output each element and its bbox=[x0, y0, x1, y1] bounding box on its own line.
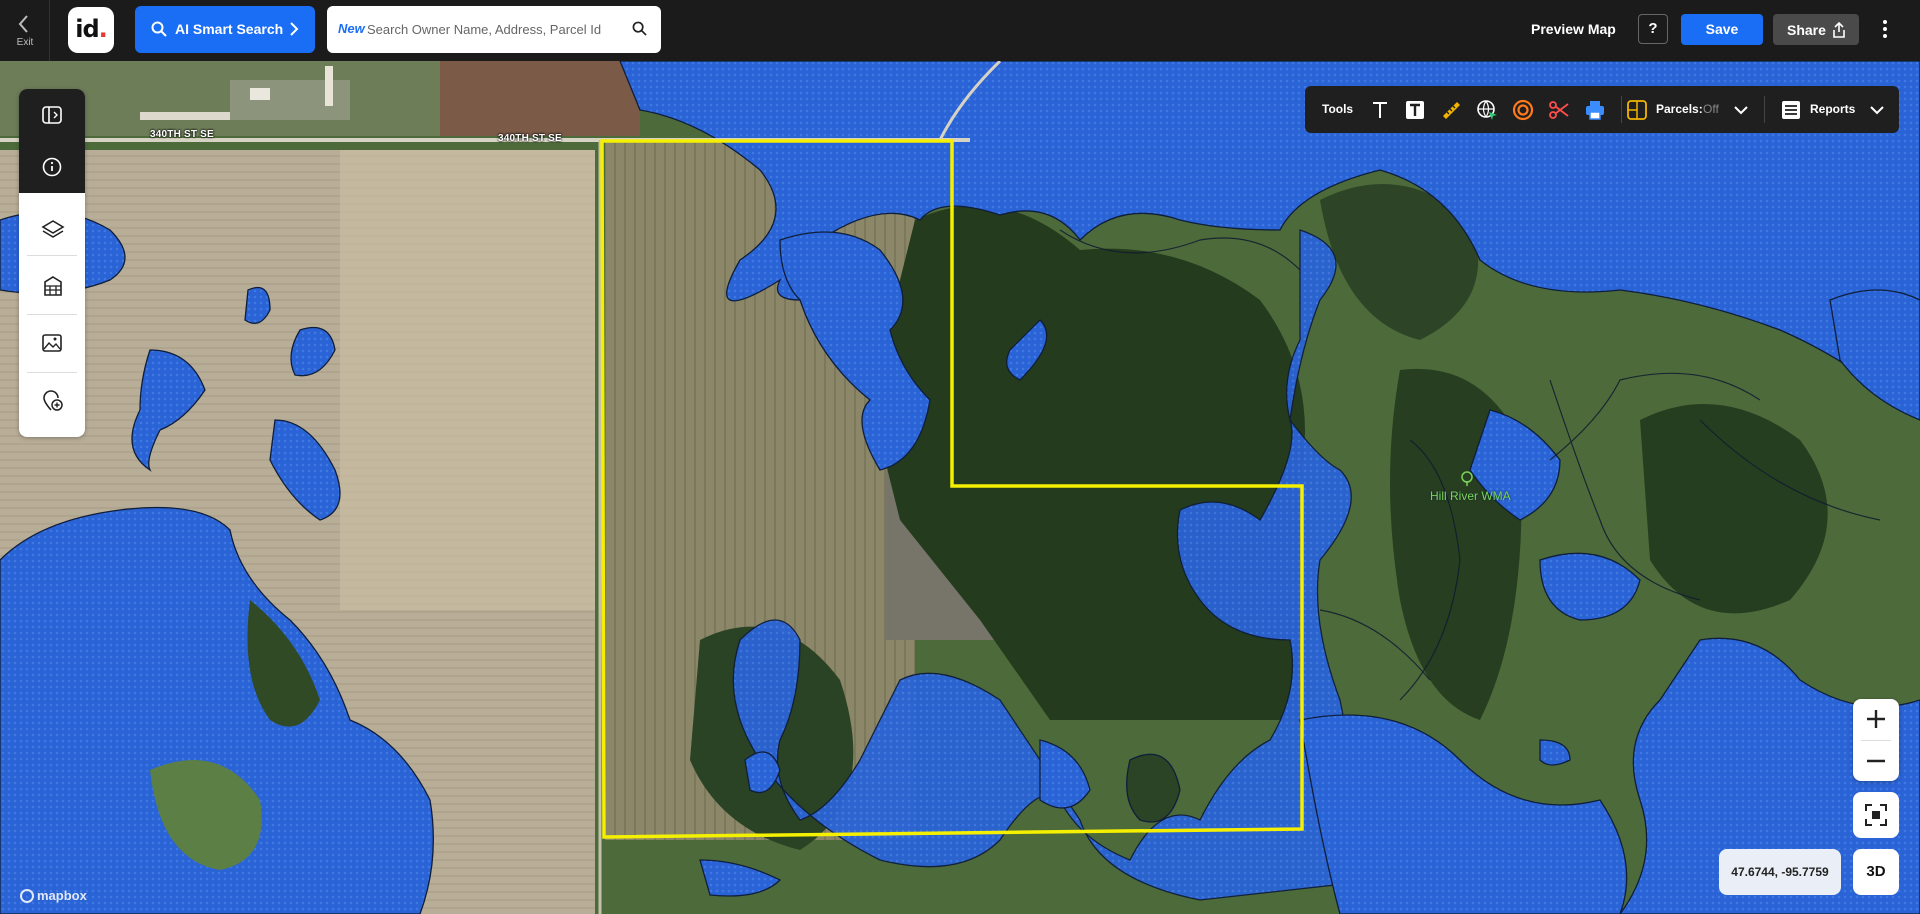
3d-toggle-button[interactable]: 3D bbox=[1853, 849, 1899, 895]
chevron-down-icon[interactable] bbox=[1729, 98, 1753, 122]
share-button[interactable]: Share bbox=[1773, 14, 1859, 45]
add-location-icon bbox=[43, 390, 63, 411]
poi-hill-river-wma[interactable]: Hill River WMA bbox=[1430, 471, 1511, 503]
layers-button[interactable] bbox=[19, 203, 85, 255]
ruler-icon[interactable] bbox=[1439, 98, 1463, 122]
image-icon bbox=[42, 334, 62, 352]
exit-button[interactable]: Exit bbox=[0, 0, 50, 61]
help-button[interactable]: ? bbox=[1638, 14, 1668, 44]
search-icon[interactable] bbox=[632, 21, 647, 36]
reports-icon[interactable] bbox=[1779, 98, 1803, 122]
chevron-down-icon[interactable] bbox=[1865, 98, 1889, 122]
road-label: 340TH ST SE bbox=[150, 129, 214, 140]
layers-icon bbox=[41, 220, 65, 238]
collapse-panel-button[interactable] bbox=[19, 89, 85, 141]
plus-icon bbox=[1867, 710, 1885, 728]
preview-map-button[interactable]: Preview Map bbox=[1531, 21, 1616, 37]
mapbox-attribution[interactable]: mapbox bbox=[20, 888, 87, 903]
text-icon[interactable] bbox=[1368, 98, 1392, 122]
save-button[interactable]: Save bbox=[1681, 14, 1763, 45]
focus-icon bbox=[1865, 804, 1887, 826]
add-location-button[interactable] bbox=[19, 375, 85, 427]
chevron-right-icon bbox=[290, 22, 299, 36]
info-button[interactable] bbox=[19, 141, 85, 193]
parcels-label: Parcels: bbox=[1656, 102, 1703, 116]
buffer-ring-icon[interactable] bbox=[1511, 98, 1535, 122]
poi-label: Hill River WMA bbox=[1430, 489, 1511, 503]
scissors-icon[interactable] bbox=[1547, 98, 1571, 122]
mapbox-logo-icon bbox=[20, 889, 34, 903]
ai-smart-search-label: AI Smart Search bbox=[175, 21, 284, 37]
left-panel bbox=[19, 89, 85, 437]
tools-label: Tools bbox=[1322, 102, 1354, 116]
chevron-left-icon bbox=[18, 15, 28, 33]
logo[interactable]: id. bbox=[68, 7, 114, 53]
zoom-out-button[interactable] bbox=[1853, 741, 1899, 781]
collapse-panel-icon bbox=[42, 106, 62, 124]
info-icon bbox=[42, 157, 62, 177]
coordinates-readout[interactable]: 47.6744, -95.7759 bbox=[1719, 849, 1841, 895]
new-badge: New bbox=[338, 21, 365, 36]
map-toolbar: Tools Parcels: Off Reports bbox=[1305, 86, 1899, 133]
search-icon bbox=[151, 21, 167, 37]
share-icon bbox=[1833, 22, 1845, 38]
reports-label[interactable]: Reports bbox=[1810, 102, 1855, 116]
share-label: Share bbox=[1787, 22, 1826, 38]
buildings-icon bbox=[44, 276, 62, 296]
top-bar: Exit id. AI Smart Search New Preview Map… bbox=[0, 0, 1920, 61]
text-box-icon[interactable] bbox=[1403, 98, 1427, 122]
zoom-controls bbox=[1853, 699, 1899, 781]
minus-icon bbox=[1867, 759, 1885, 763]
search-bar: New bbox=[327, 6, 661, 53]
print-icon[interactable] bbox=[1583, 98, 1607, 122]
fit-bounds-button[interactable] bbox=[1853, 792, 1899, 838]
mapbox-label: mapbox bbox=[37, 888, 87, 903]
imagery-button[interactable] bbox=[19, 317, 85, 369]
logo-dot: . bbox=[98, 15, 108, 43]
satellite-imagery bbox=[0, 61, 1920, 914]
tree-icon bbox=[1461, 471, 1473, 486]
more-options-icon[interactable] bbox=[1876, 18, 1894, 42]
exit-label: Exit bbox=[16, 37, 34, 48]
globe-cursor-icon[interactable] bbox=[1475, 98, 1499, 122]
parcels-icon[interactable] bbox=[1625, 98, 1649, 122]
parcels-state: Off bbox=[1703, 102, 1719, 116]
search-input[interactable] bbox=[367, 18, 617, 40]
ai-smart-search-button[interactable]: AI Smart Search bbox=[135, 6, 315, 53]
zoom-in-button[interactable] bbox=[1853, 699, 1899, 739]
buildings-button[interactable] bbox=[19, 260, 85, 312]
road-label: 340TH ST SE bbox=[498, 133, 562, 144]
map-canvas[interactable]: 340TH ST SE 340TH ST SE Hill River WMA m… bbox=[0, 61, 1920, 914]
logo-text: id bbox=[75, 15, 99, 43]
